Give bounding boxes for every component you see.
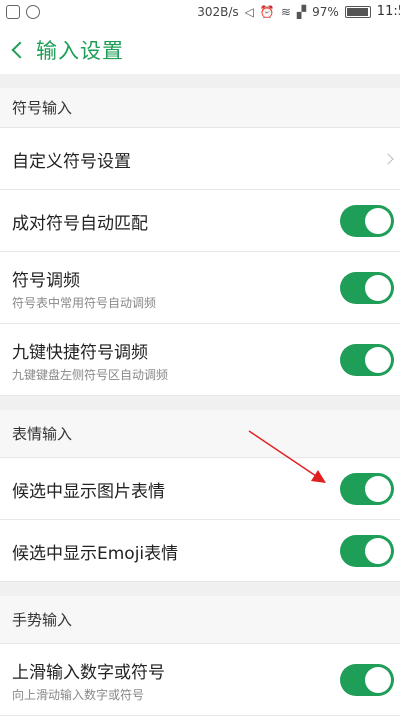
row-subtitle: 九键键盘左侧符号区自动调频 [12, 368, 169, 382]
section-divider [0, 582, 400, 596]
toggle-knob [365, 347, 391, 373]
chevron-left-icon[interactable] [11, 41, 29, 59]
alarm-icon: ⏰ [259, 4, 275, 19]
row-image-emoticons[interactable]: 候选中显示图片表情 [0, 458, 400, 520]
row-title: 九键快捷符号调频 [12, 343, 148, 363]
chevron-right-icon [382, 153, 394, 165]
toggle-knob [365, 275, 391, 301]
page-title: 输入设置 [36, 39, 124, 63]
row-subtitle: 符号表中常用符号自动调频 [12, 296, 157, 310]
notification-icon [6, 5, 20, 19]
row-subtitle: 向上滑动输入数字或符号 [12, 688, 145, 702]
toggle-auto-match[interactable] [340, 205, 394, 237]
row-symbol-frequency[interactable]: 符号调频 符号表中常用符号自动调频 [0, 252, 400, 324]
section-divider [0, 396, 400, 410]
app-bar: 输入设置 [0, 26, 400, 74]
status-right: 302B/s ◁ ⏰ ≋ ▞ 97% 11:5 [197, 4, 400, 19]
row-emoji[interactable]: 候选中显示Emoji表情 [0, 520, 400, 582]
toggle-emoji[interactable] [340, 535, 394, 567]
network-speed: 302B/s [197, 4, 239, 19]
battery-fill [346, 7, 369, 16]
signal-icon: ▞ [296, 4, 307, 19]
row-nine-key[interactable]: 九键快捷符号调频 九键键盘左侧符号区自动调频 [0, 324, 400, 396]
row-title: 候选中显示Emoji表情 [12, 544, 179, 564]
notification-icon-2 [26, 5, 40, 19]
toggle-image-emoticons[interactable] [340, 473, 394, 505]
toggle-nine-key[interactable] [340, 344, 394, 376]
toggle-knob [365, 208, 391, 234]
toggle-knob [365, 538, 391, 564]
battery-icon [344, 5, 371, 18]
row-title: 成对符号自动匹配 [12, 214, 148, 234]
row-swipe-up[interactable]: 上滑输入数字或符号 向上滑动输入数字或符号 [0, 644, 400, 716]
section-header-symbols: 符号输入 [0, 88, 400, 128]
toggle-symbol-frequency[interactable] [340, 272, 394, 304]
wifi-icon: ≋ [280, 4, 291, 19]
section-header-emoticons: 表情输入 [0, 410, 400, 458]
row-auto-match[interactable]: 成对符号自动匹配 [0, 190, 400, 252]
toggle-knob [365, 476, 391, 502]
status-left [6, 5, 40, 19]
status-bar: 302B/s ◁ ⏰ ≋ ▞ 97% 11:5 [0, 0, 400, 26]
mute-icon: ◁ [244, 4, 254, 19]
row-custom-symbols[interactable]: 自定义符号设置 [0, 128, 400, 190]
section-divider [0, 74, 400, 88]
section-header-gestures: 手势输入 [0, 596, 400, 644]
row-title: 上滑输入数字或符号 [12, 663, 165, 683]
toggle-knob [365, 667, 391, 693]
row-title: 符号调频 [12, 271, 80, 291]
toggle-swipe-up[interactable] [340, 664, 394, 696]
row-title: 候选中显示图片表情 [12, 482, 165, 502]
clock: 11:5 [376, 4, 400, 19]
battery-percent: 97% [312, 4, 339, 19]
row-title: 自定义符号设置 [12, 152, 131, 172]
